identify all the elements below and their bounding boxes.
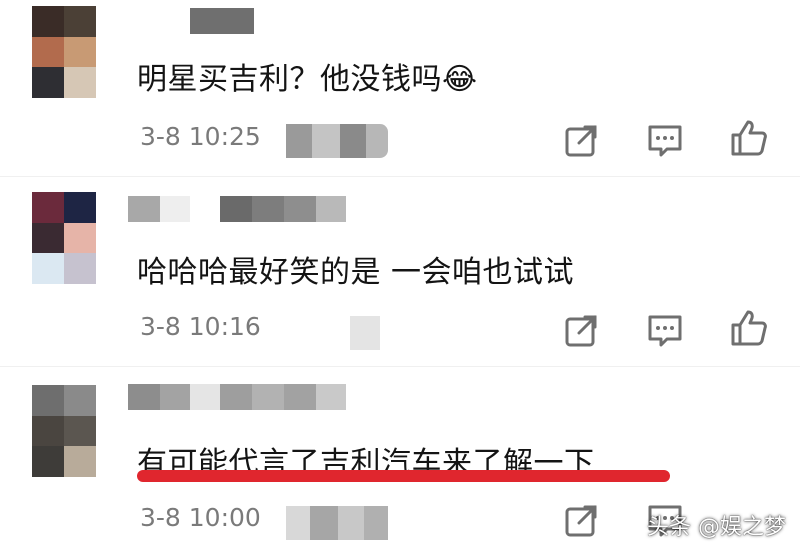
username-blurred[interactable] — [128, 196, 346, 222]
divider — [0, 366, 800, 367]
avatar[interactable] — [32, 6, 96, 98]
thumbs-up-icon[interactable] — [729, 308, 769, 348]
meta-blurred — [286, 506, 388, 540]
comment-time: 3-8 10:25 — [140, 122, 261, 151]
comment-icon[interactable] — [645, 310, 685, 350]
comment-text: 明星买吉利？他没钱吗😂 — [137, 62, 478, 97]
avatar[interactable] — [32, 385, 96, 477]
comment-time: 3-8 10:00 — [140, 503, 261, 532]
comment-time: 3-8 10:16 — [140, 312, 261, 341]
comment-icon[interactable] — [645, 120, 685, 160]
avatar[interactable] — [32, 192, 96, 284]
meta-blurred — [350, 316, 380, 350]
divider — [0, 176, 800, 177]
comment-text: 哈哈哈最好笑的是 一会咱也试试 — [137, 255, 575, 290]
username-blurred[interactable] — [128, 384, 346, 410]
share-icon[interactable] — [562, 500, 602, 540]
meta-blurred — [286, 124, 388, 158]
share-icon[interactable] — [562, 120, 602, 160]
share-icon[interactable] — [562, 310, 602, 350]
red-highlight-underline — [137, 470, 670, 482]
thumbs-up-icon[interactable] — [729, 118, 769, 158]
watermark: 头条 @娱之梦 — [647, 515, 786, 540]
username-blurred[interactable] — [190, 8, 254, 34]
